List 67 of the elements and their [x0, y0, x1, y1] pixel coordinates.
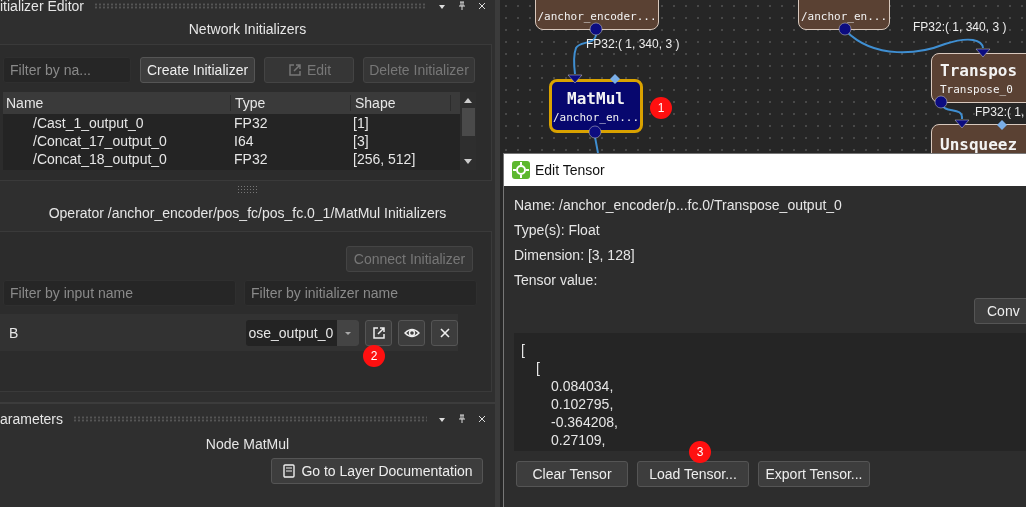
info-text: Tensor value: — [514, 271, 599, 290]
dialog-button[interactable]: Export Tensor... — [758, 461, 870, 487]
remove-button[interactable] — [431, 319, 458, 346]
dialog-button[interactable]: Clear Tensor — [516, 461, 628, 487]
section-heading: Node MatMul — [204, 435, 291, 454]
dialog-title: Edit Tensor — [535, 162, 605, 178]
down-arrow-icon[interactable] — [463, 158, 473, 166]
close-icon[interactable] — [477, 1, 487, 11]
edit-button[interactable] — [365, 319, 393, 346]
info-text: Type(s): Float — [514, 221, 601, 240]
table-cell-text: [1] — [352, 115, 370, 131]
tensor-value-text: [ — [536, 360, 540, 376]
table-cell-text: /Concat_17_output_0 — [32, 133, 168, 149]
column-header[interactable]: Type — [231, 95, 351, 111]
port-icon — [567, 74, 583, 84]
edge-label: FP32:( 1, 340, 3 ) — [586, 37, 680, 51]
table-cell-text: FP32 — [233, 115, 269, 131]
gear-icon — [512, 161, 530, 179]
dialog-button[interactable]: Load Tensor... — [637, 461, 749, 487]
filter-field[interactable]: Filter by na... — [3, 57, 131, 83]
info-text: Dimension: [3, 128] — [514, 246, 636, 265]
graph-node[interactable]: /anchor_encoder... — [535, 0, 659, 30]
documentation-button[interactable]: Go to Layer Documentation — [271, 458, 483, 484]
tensor-value-text: -0.364208, — [551, 414, 618, 430]
toolbar-button[interactable]: Create Initializer — [140, 57, 255, 83]
filter-field[interactable]: Filter by initializer name — [244, 280, 477, 306]
table-cell-text: [3] — [352, 133, 370, 149]
table-cell-text: I64 — [233, 133, 255, 149]
table-cell-text: /Concat_18_output_0 — [32, 151, 168, 167]
tensor-value-text: 0.102795, — [551, 396, 614, 412]
graph-node[interactable]: Transpos Transpose_0 — [931, 53, 1026, 103]
column-header[interactable]: Name — [3, 95, 231, 111]
tensor-value-text: 0.27109, — [551, 432, 606, 448]
port-icon — [588, 125, 602, 139]
graph-node[interactable]: /anchor_en... — [798, 0, 890, 30]
tensor-value-text: 0.084034, — [551, 378, 614, 394]
info-text: Name: /anchor_encoder/p...fc.0/Transpose_output_0 — [514, 196, 843, 215]
panel-title: itializer Editor — [0, 0, 85, 12]
port-icon — [589, 22, 603, 36]
port-icon — [934, 95, 948, 109]
graph-node[interactable]: MatMul /anchor_en... — [549, 79, 643, 133]
book-icon — [281, 463, 298, 479]
table-cell-text: FP32 — [233, 151, 269, 167]
port-icon — [975, 48, 991, 58]
table-cell-text: /Cast_1_output_0 — [32, 115, 145, 131]
tensor-value-text: [ — [521, 342, 525, 358]
input-name: B — [8, 324, 20, 341]
port-icon — [610, 74, 620, 84]
pin-icon[interactable] — [457, 414, 467, 424]
convert-button[interactable]: Conv — [974, 298, 1026, 324]
section-heading: Operator /anchor_encoder/pos_fc/pos_fc.0_1/MatMul Initializers — [47, 204, 448, 223]
close-icon[interactable] — [477, 414, 487, 424]
filter-field[interactable]: Filter by input name — [3, 280, 236, 306]
port-icon — [838, 22, 852, 36]
port-icon — [954, 119, 970, 129]
edge-label: FP32:( 1, — [975, 105, 1025, 119]
section-heading: Network Initializers — [187, 20, 308, 39]
initializer-dropdown[interactable]: ose_output_0 — [246, 319, 360, 346]
column-header[interactable]: Shape — [351, 95, 451, 111]
edge-label: FP32:( 1, 340, 3 ) — [913, 20, 1007, 34]
pin-icon[interactable] — [457, 1, 467, 11]
panel-title: arameters — [0, 413, 64, 425]
external-link-icon — [370, 324, 387, 341]
view-button[interactable] — [398, 319, 426, 346]
table-cell-text: [256, 512] — [352, 151, 417, 167]
up-arrow-icon[interactable] — [463, 96, 473, 104]
port-icon — [997, 120, 1007, 130]
